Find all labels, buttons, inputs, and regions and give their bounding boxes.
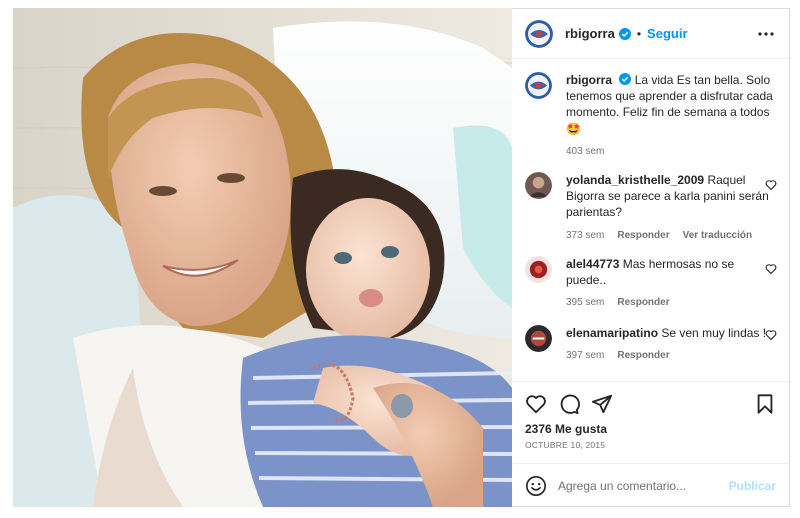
comment-meta: 397 sem Responder xyxy=(566,350,777,361)
comment-time: 395 sem xyxy=(566,297,605,309)
comment-like-heart-icon[interactable] xyxy=(765,179,777,191)
post-date: OCTUBRE 10, 2015 xyxy=(525,440,606,450)
post-actions: 2376 Me gusta OCTUBRE 10, 2015 xyxy=(512,381,789,469)
comment-meta: 373 sem Responder Ver traducción xyxy=(566,230,777,241)
likes-count[interactable]: 2376 Me gusta xyxy=(525,422,607,436)
comment-text-block: yolanda_kristhelle_2009 Raquel Bigorra s… xyxy=(566,172,777,221)
comment-like-heart-icon[interactable] xyxy=(765,329,777,341)
emoji-smiley-icon[interactable] xyxy=(525,475,547,497)
caption-text-block: rbigorra La vida Es tan bella. Solo tene… xyxy=(566,72,777,137)
caption-avatar[interactable] xyxy=(525,72,552,99)
publish-button[interactable]: Publicar xyxy=(729,479,776,493)
comment-input[interactable] xyxy=(558,474,728,498)
caption-username[interactable]: rbigorra xyxy=(566,73,612,87)
reply-button[interactable]: Responder xyxy=(617,230,669,241)
post-photo[interactable] xyxy=(13,8,512,507)
post-header: rbigorra • Seguir xyxy=(512,9,789,59)
paper-plane-icon[interactable] xyxy=(591,393,613,415)
commenter-avatar[interactable] xyxy=(525,172,552,199)
caption-time: 403 sem xyxy=(566,145,605,157)
comment-item: yolanda_kristhelle_2009 Raquel Bigorra s… xyxy=(525,172,777,241)
author-avatar[interactable] xyxy=(525,19,553,48)
comment-text-block: elenamaripatino Se ven muy lindas ! xyxy=(566,325,777,341)
comments-list[interactable]: rbigorra La vida Es tan bella. Solo tene… xyxy=(512,60,789,380)
verified-badge-icon xyxy=(618,27,631,40)
comment-username[interactable]: alel44773 xyxy=(566,257,619,271)
post-side-panel: rbigorra • Seguir rbigorra La vida Es ta… xyxy=(512,8,790,507)
comment-username[interactable]: yolanda_kristhelle_2009 xyxy=(566,173,704,187)
comment-item: elenamaripatino Se ven muy lindas ! 397 … xyxy=(525,325,777,361)
commenter-avatar[interactable] xyxy=(525,256,552,283)
comment-meta: 395 sem Responder xyxy=(566,297,777,308)
comment-text: Se ven muy lindas ! xyxy=(661,326,767,340)
verified-badge-icon xyxy=(619,73,632,85)
bookmark-icon[interactable] xyxy=(754,393,776,415)
caption: rbigorra La vida Es tan bella. Solo tene… xyxy=(525,72,777,157)
comment-bubble-icon[interactable] xyxy=(558,393,580,415)
comment-composer: Publicar xyxy=(512,463,789,507)
comment-like-heart-icon[interactable] xyxy=(765,263,777,275)
reply-button[interactable]: Responder xyxy=(617,350,669,361)
comment-time: 373 sem xyxy=(566,229,605,241)
reply-button[interactable]: Responder xyxy=(617,297,669,308)
separator-dot: • xyxy=(636,26,642,41)
comment-time: 397 sem xyxy=(566,350,605,362)
follow-button[interactable]: Seguir xyxy=(647,26,687,41)
comment-item: alel44773 Mas hermosas no se puede.. 395… xyxy=(525,256,777,308)
more-options-icon[interactable] xyxy=(757,25,775,43)
author-username[interactable]: rbigorra xyxy=(565,26,615,41)
comment-text-block: alel44773 Mas hermosas no se puede.. xyxy=(566,256,777,288)
heart-icon[interactable] xyxy=(525,393,547,415)
caption-meta: 403 sem xyxy=(566,146,777,157)
commenter-avatar[interactable] xyxy=(525,325,552,352)
translate-button[interactable]: Ver traducción xyxy=(683,230,752,241)
comment-username[interactable]: elenamaripatino xyxy=(566,326,658,340)
